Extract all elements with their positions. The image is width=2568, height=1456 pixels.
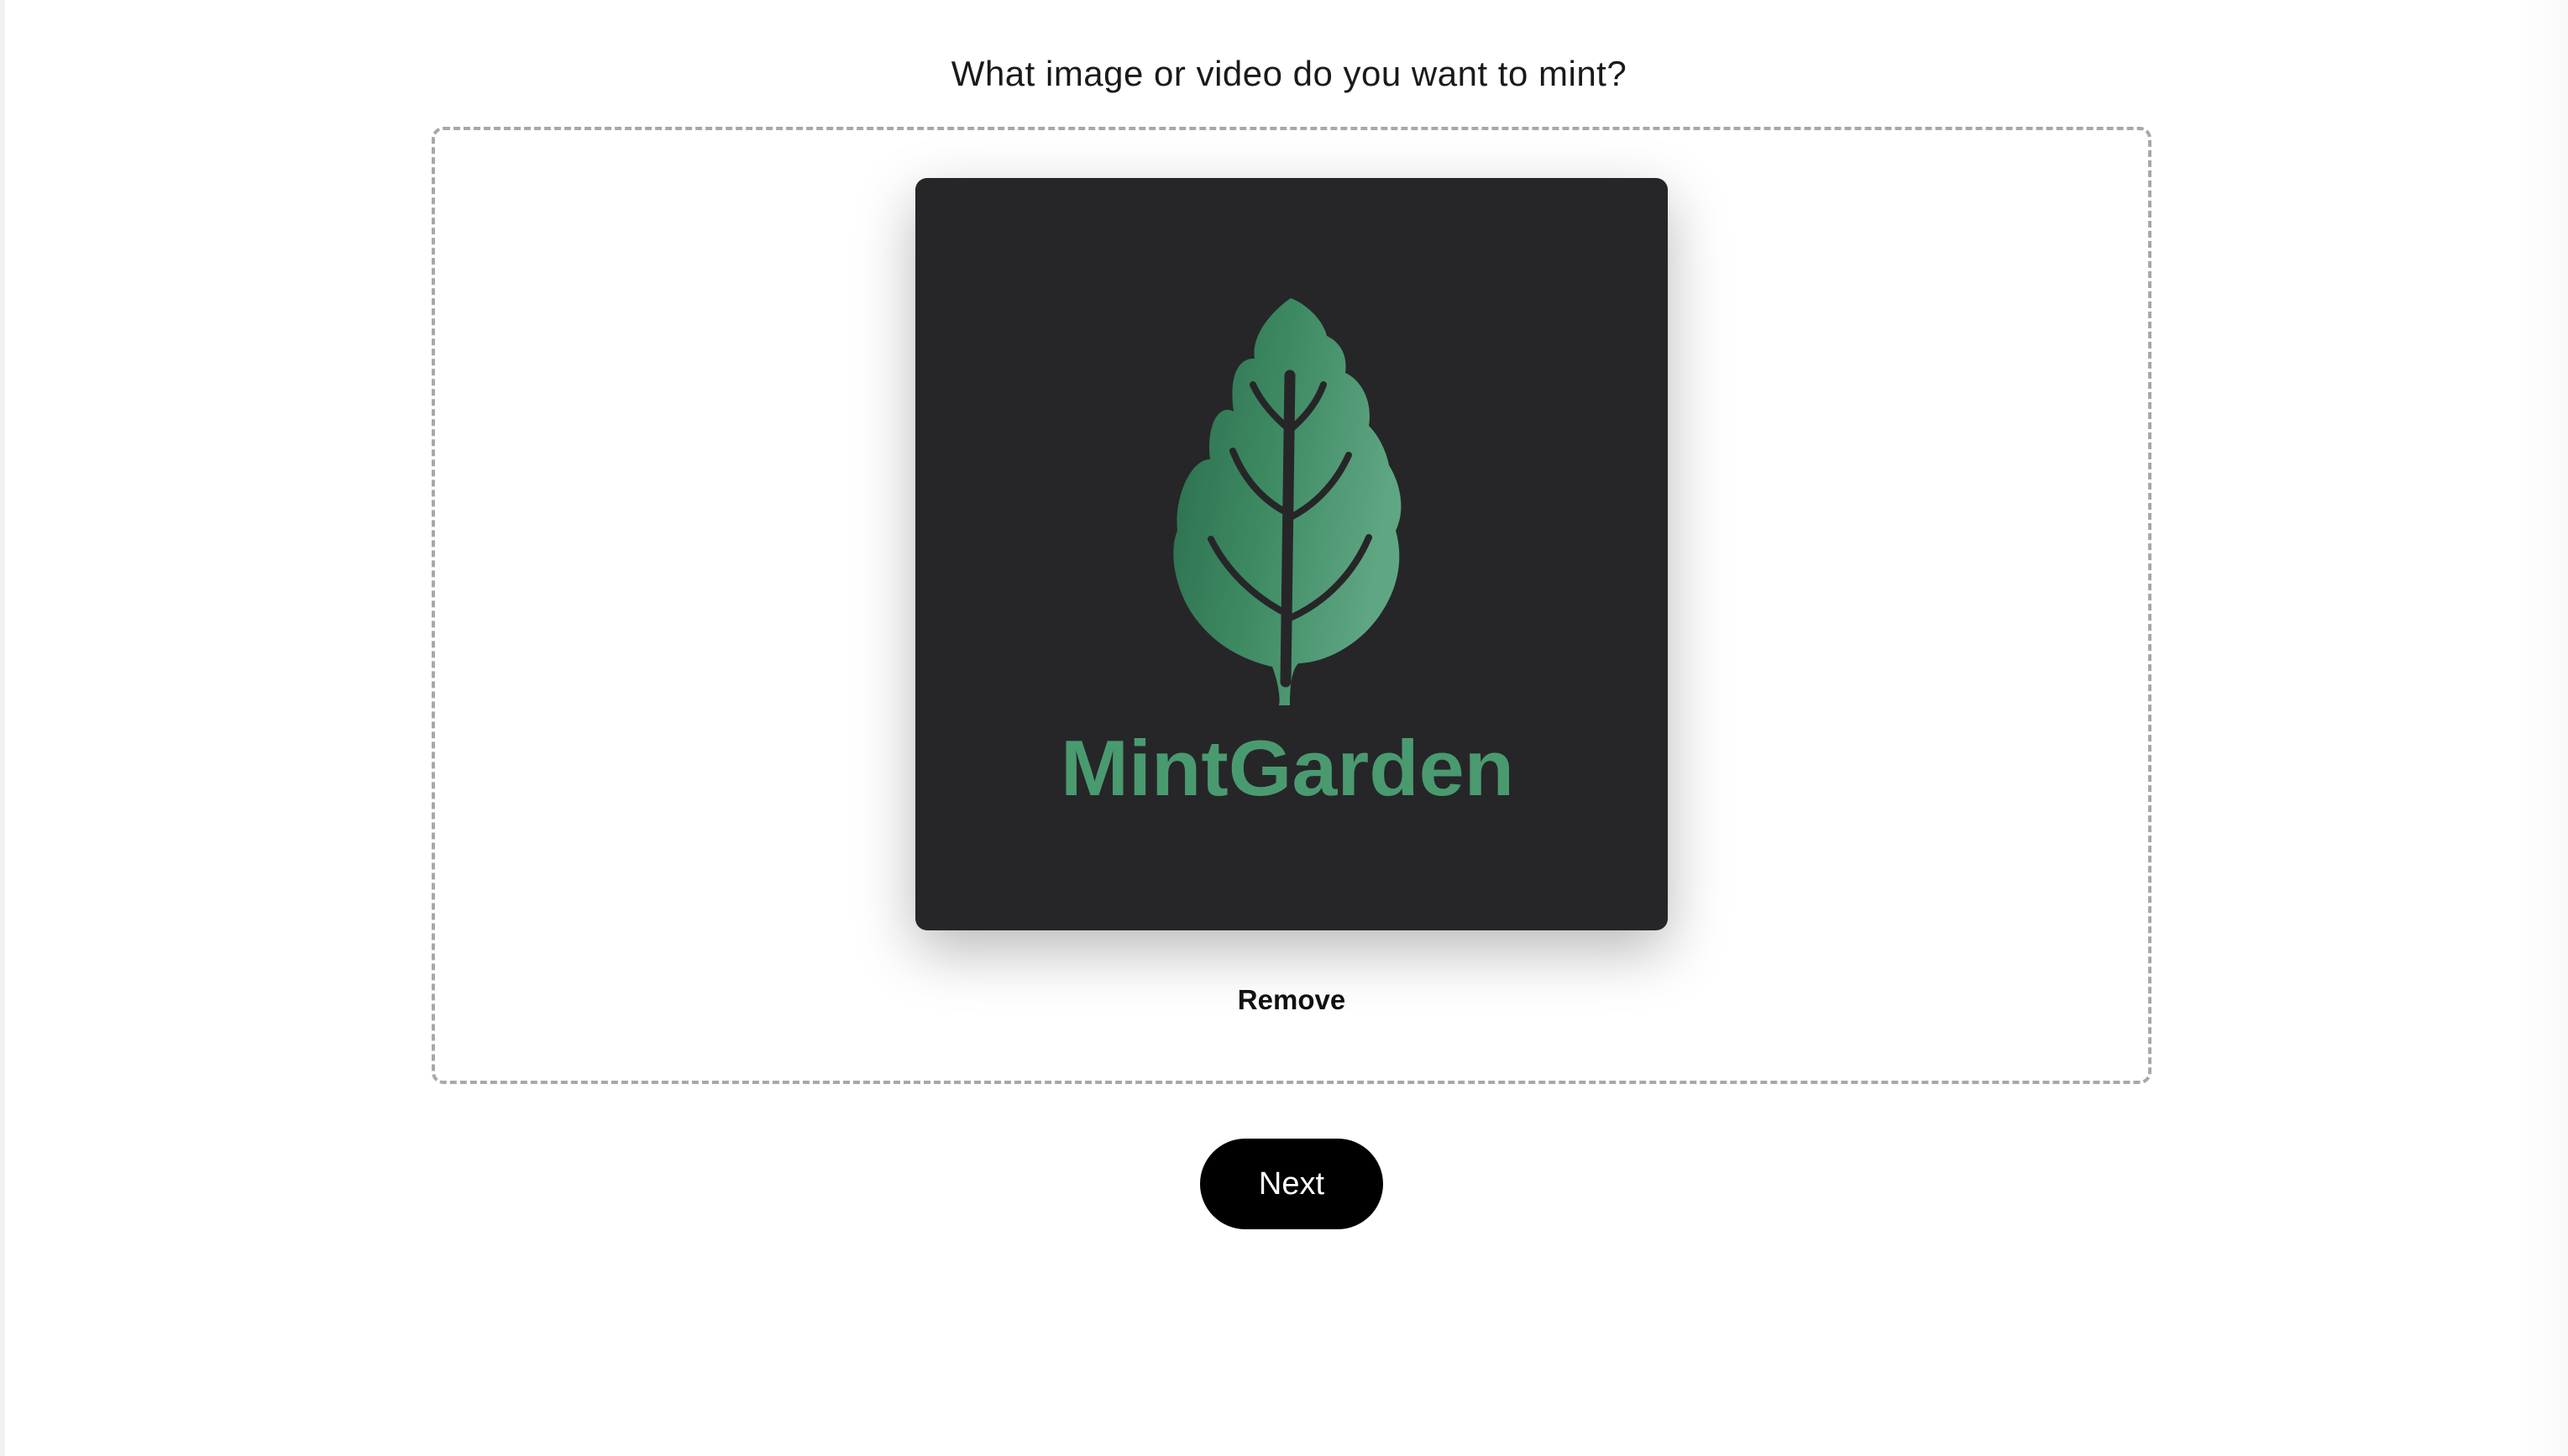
mint-upload-page: What image or video do you want to mint?	[0, 0, 2568, 1456]
page-title: What image or video do you want to mint?	[951, 54, 1627, 93]
leaf-icon	[1173, 298, 1402, 705]
remove-button[interactable]: Remove	[1166, 977, 1418, 1023]
logo-text: MintGarden	[1061, 724, 1514, 812]
side-shadow	[2518, 0, 2568, 1456]
mintgarden-logo: MintGarden	[1061, 298, 1514, 812]
next-button[interactable]: Next	[1200, 1139, 1383, 1229]
image-preview: MintGarden	[915, 178, 1668, 930]
